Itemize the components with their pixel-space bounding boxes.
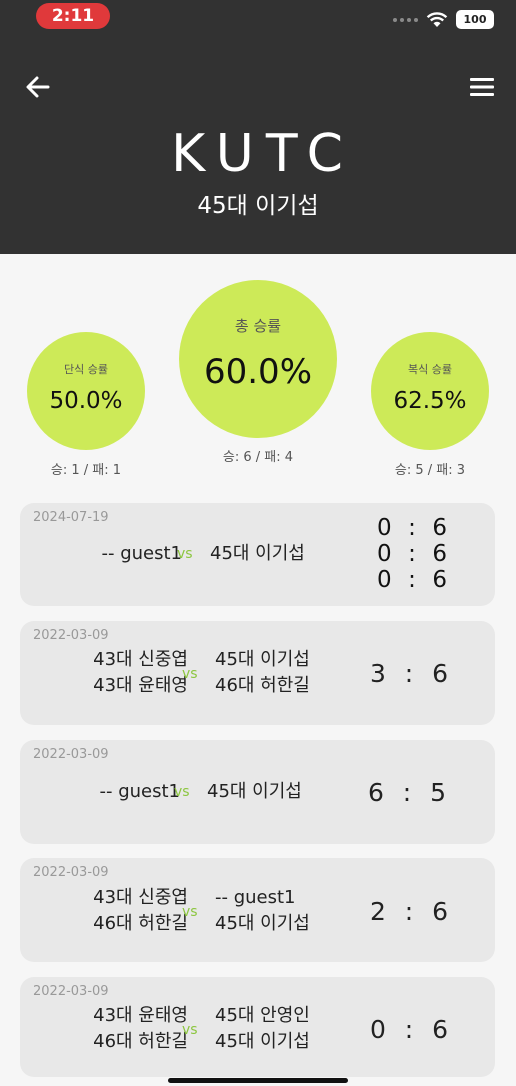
team1-player: 46대 허한길 <box>93 1031 188 1052</box>
score-team1: 0 <box>377 541 392 567</box>
match-card[interactable]: 2022-03-09 43대 윤태영 46대 허한길 vs 45대 안영인 45… <box>20 977 495 1077</box>
back-arrow-icon[interactable] <box>24 73 52 101</box>
team2-player: 45대 이기섭 <box>215 649 310 670</box>
match-card[interactable]: 2022-03-09 -- guest1 vs 45대 이기섭 6:5 <box>20 740 495 844</box>
total-winrate-label: 총 승률 <box>234 317 282 335</box>
player-name: 45대 이기섭 <box>197 193 319 219</box>
score-separator: : <box>408 541 416 567</box>
team1-players: 43대 윤태영 46대 허한길 <box>93 1003 188 1055</box>
team1-player: 43대 윤태영 <box>93 675 188 696</box>
team1-players: 43대 신중엽 43대 윤태영 <box>93 647 188 699</box>
wifi-icon <box>426 11 448 27</box>
score-team1: 3 <box>370 659 386 688</box>
score-row: 0:6 <box>377 515 447 541</box>
vs-label: vs <box>182 1022 198 1038</box>
team1-player: 43대 윤태영 <box>93 1005 188 1026</box>
score-team1: 0 <box>377 515 392 541</box>
score-separator: : <box>408 567 416 593</box>
match-date: 2022-03-09 <box>33 865 109 880</box>
score-row: 0:6 <box>377 567 447 593</box>
total-winrate-circle: 총 승률 60.0% <box>179 280 337 438</box>
vs-label: vs <box>174 784 190 800</box>
team1-player: 46대 허한길 <box>93 913 188 934</box>
singles-winrate-value: 50.0% <box>49 388 123 414</box>
match-score: 6:5 <box>368 778 446 807</box>
team1-player: -- guest1 <box>99 781 180 802</box>
match-card[interactable]: 2022-03-09 43대 신중엽 46대 허한길 vs -- guest1 … <box>20 858 495 962</box>
total-winrate-value: 60.0% <box>203 352 312 392</box>
score-row: 0:6 <box>377 541 447 567</box>
team2-player: 45대 이기섭 <box>215 913 310 934</box>
match-date: 2022-03-09 <box>33 747 109 762</box>
total-record: 승: 6 / 패: 4 <box>222 450 294 465</box>
set-scores: 0:6 0:6 0:6 <box>377 515 447 593</box>
score-separator: : <box>408 515 416 541</box>
app-title: KUTC <box>171 124 355 184</box>
score-team1: 6 <box>368 778 384 807</box>
signal-icon <box>393 17 418 22</box>
match-date: 2022-03-09 <box>33 984 109 999</box>
team2-player: 45대 안영인 <box>215 1005 310 1026</box>
match-date: 2022-03-09 <box>33 628 109 643</box>
status-icons: 100 <box>393 10 494 29</box>
doubles-record: 승: 5 / 패: 3 <box>394 463 466 478</box>
match-date: 2024-07-19 <box>33 510 109 525</box>
team2-player: 45대 이기섭 <box>215 1031 310 1052</box>
score-team2: 5 <box>430 778 446 807</box>
score-team1: 0 <box>377 567 392 593</box>
score-team1: 2 <box>370 897 386 926</box>
team1-player: 43대 신중엽 <box>93 649 188 670</box>
match-card[interactable]: 2022-03-09 43대 신중엽 43대 윤태영 vs 45대 이기섭 46… <box>20 621 495 725</box>
team1-player: -- guest1 <box>101 543 182 564</box>
home-indicator[interactable] <box>168 1078 348 1083</box>
singles-winrate-label: 단식 승률 <box>64 363 108 376</box>
vs-label: vs <box>182 666 198 682</box>
doubles-winrate-circle: 복식 승률 62.5% <box>371 332 489 450</box>
score-team2: 6 <box>432 515 447 541</box>
team2-player: -- guest1 <box>215 887 296 908</box>
match-score: 0:6 <box>370 1015 448 1044</box>
score-separator: : <box>402 778 412 807</box>
app-header: 2:11 100 KUTC 45대 이기섭 <box>0 0 516 254</box>
team2-player: 45대 이기섭 <box>210 543 305 564</box>
singles-winrate-circle: 단식 승률 50.0% <box>27 332 145 450</box>
team2-player: 45대 이기섭 <box>207 781 302 802</box>
score-team2: 6 <box>432 541 447 567</box>
singles-record: 승: 1 / 패: 1 <box>50 463 122 478</box>
score-separator: : <box>404 1015 414 1044</box>
status-time: 2:11 <box>36 3 110 29</box>
team1-player: 43대 신중엽 <box>93 887 188 908</box>
doubles-winrate-label: 복식 승률 <box>408 363 452 376</box>
match-card[interactable]: 2024-07-19 -- guest1 vs 45대 이기섭 0:6 0:6 … <box>20 503 495 606</box>
match-score: 2:6 <box>370 897 448 926</box>
team2-player: 46대 허한길 <box>215 675 310 696</box>
score-team2: 6 <box>432 567 447 593</box>
team2-players: 45대 이기섭 46대 허한길 <box>215 647 310 699</box>
battery-indicator: 100 <box>456 10 494 29</box>
doubles-winrate-value: 62.5% <box>393 388 467 414</box>
match-score: 3:6 <box>370 659 448 688</box>
score-team2: 6 <box>432 1015 448 1044</box>
score-separator: : <box>404 897 414 926</box>
team2-players: -- guest1 45대 이기섭 <box>215 885 310 937</box>
score-separator: : <box>404 659 414 688</box>
team2-players: 45대 안영인 45대 이기섭 <box>215 1003 310 1055</box>
vs-label: vs <box>182 904 198 920</box>
score-team1: 0 <box>370 1015 386 1044</box>
hamburger-menu-icon[interactable] <box>468 75 496 99</box>
score-team2: 6 <box>432 897 448 926</box>
score-team2: 6 <box>432 659 448 688</box>
team1-players: 43대 신중엽 46대 허한길 <box>93 885 188 937</box>
vs-label: vs <box>177 546 193 562</box>
